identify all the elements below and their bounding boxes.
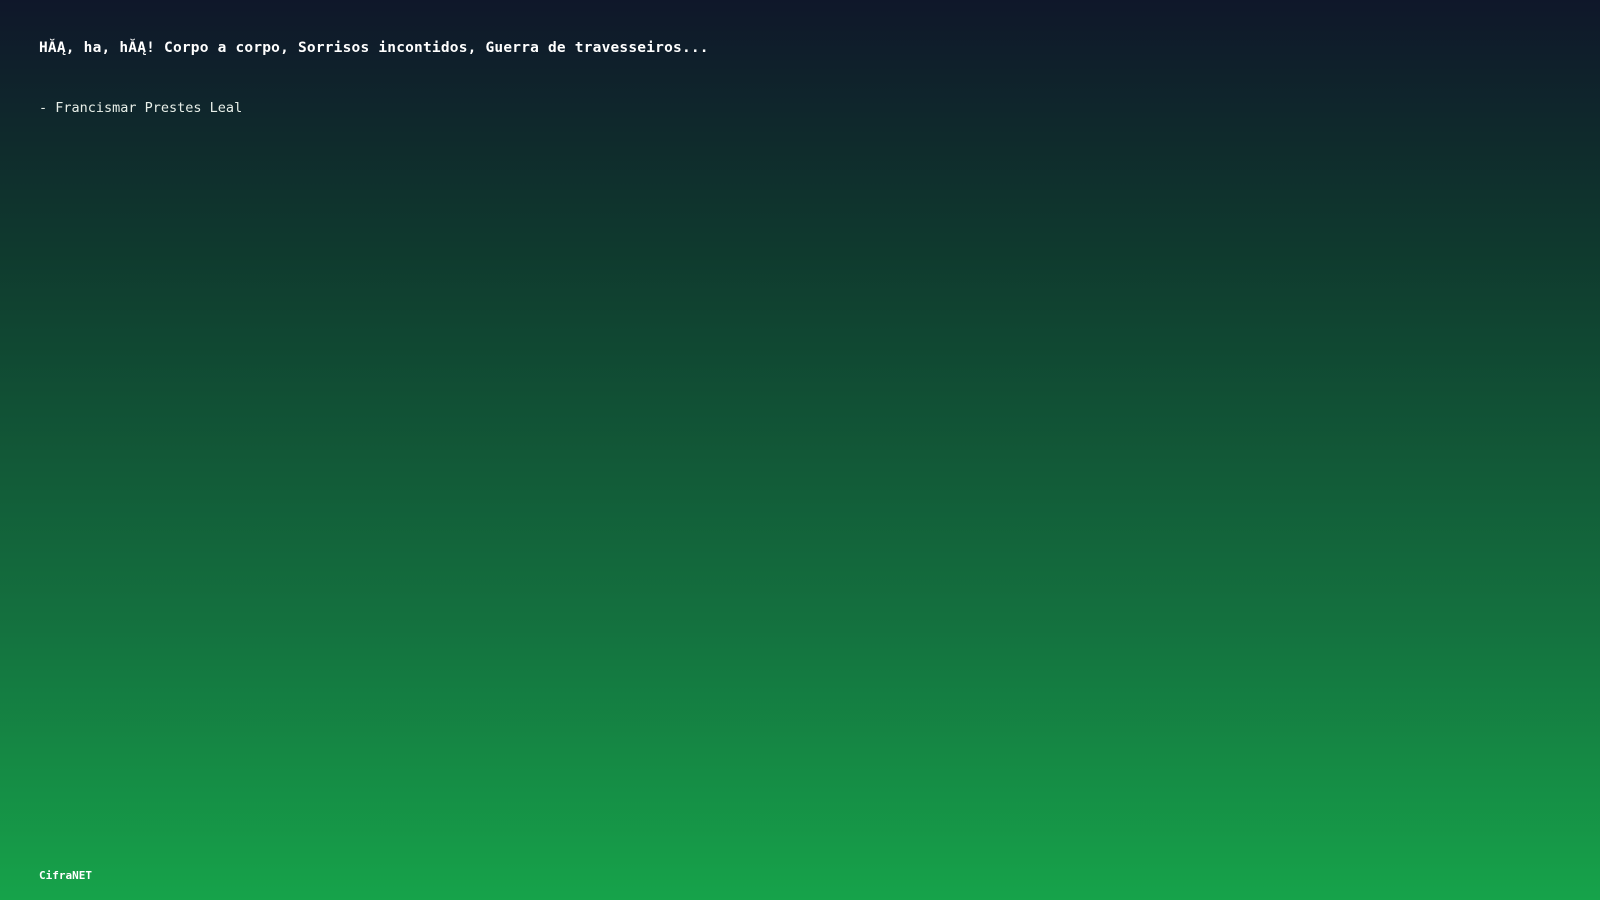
quote-text: HĂĄ, ha, hĂĄ! Corpo a corpo, Sorrisos in… (39, 40, 709, 56)
brand-label: CifraNET (39, 869, 92, 882)
quote-author: - Francismar Prestes Leal (39, 100, 243, 116)
